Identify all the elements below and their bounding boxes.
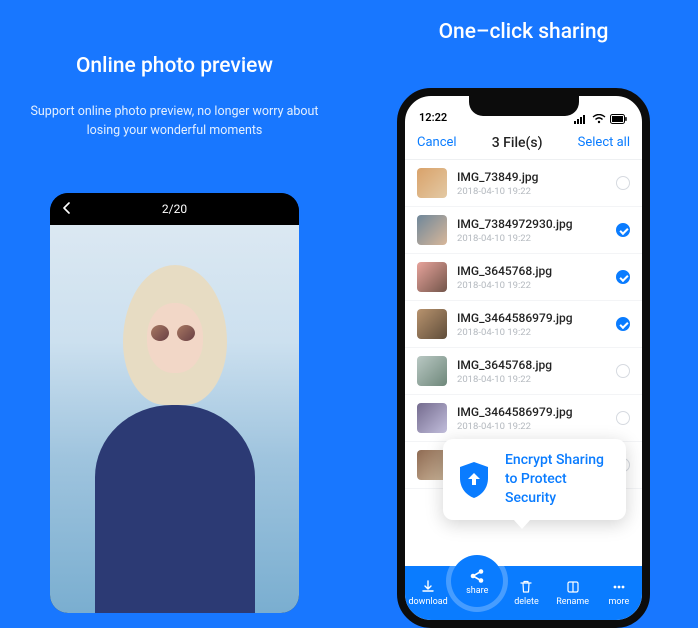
download-label: download (408, 597, 447, 607)
file-date: 2018-04-10 19:22 (457, 421, 606, 432)
selection-indicator[interactable] (616, 270, 630, 284)
cancel-button[interactable]: Cancel (417, 135, 457, 150)
nav-bar: Cancel 3 File(s) Select all (405, 126, 642, 160)
file-date: 2018-04-10 19:22 (457, 374, 606, 385)
wifi-icon (592, 114, 606, 124)
file-meta: IMG_3645768.jpg 2018-04-10 19:22 (457, 358, 606, 385)
file-name: IMG_73849.jpg (457, 170, 606, 184)
file-name: IMG_3645768.jpg (457, 358, 606, 372)
bottom-bar: download share delete Rename more (405, 566, 642, 620)
device-mockup-photo-viewer: 2/20 (50, 193, 299, 613)
shield-icon (457, 460, 491, 500)
file-row[interactable]: IMG_3464586979.jpg 2018-04-10 19:22 (405, 395, 642, 442)
file-date: 2018-04-10 19:22 (457, 327, 606, 338)
signal-icon (574, 114, 588, 124)
file-meta: IMG_7384972930.jpg 2018-04-10 19:22 (457, 217, 606, 244)
file-meta: IMG_73849.jpg 2018-04-10 19:22 (457, 170, 606, 197)
file-meta: IMG_3464586979.jpg 2018-04-10 19:22 (457, 405, 606, 432)
panel-subtitle: Support online photo preview, no longer … (28, 102, 321, 141)
file-date: 2018-04-10 19:22 (457, 233, 606, 244)
share-button[interactable]: share (451, 555, 503, 607)
battery-icon (610, 114, 628, 124)
notch (469, 96, 579, 116)
file-row[interactable]: IMG_3645768.jpg 2018-04-10 19:22 (405, 348, 642, 395)
back-icon[interactable] (62, 202, 72, 217)
photo-counter: 2/20 (162, 202, 187, 216)
file-row[interactable]: IMG_73849.jpg 2018-04-10 19:22 (405, 160, 642, 207)
rename-button[interactable]: Rename (550, 579, 596, 607)
file-thumbnail (417, 403, 447, 433)
file-name: IMG_3464586979.jpg (457, 405, 606, 419)
file-meta: IMG_3464586979.jpg 2018-04-10 19:22 (457, 311, 606, 338)
file-thumbnail (417, 309, 447, 339)
file-row[interactable]: IMG_3464586979.jpg 2018-04-10 19:22 (405, 301, 642, 348)
selection-indicator[interactable] (616, 411, 630, 425)
panel-title: One–click sharing (349, 20, 698, 44)
delete-button[interactable]: delete (503, 579, 549, 607)
selection-indicator[interactable] (616, 176, 630, 190)
more-label: more (608, 597, 629, 607)
file-date: 2018-04-10 19:22 (457, 280, 606, 291)
file-thumbnail (417, 356, 447, 386)
file-thumbnail (417, 215, 447, 245)
photo-illustration (85, 225, 265, 613)
callout-text: Encrypt Sharing to Protect Security (505, 451, 612, 508)
nav-title: 3 File(s) (492, 135, 543, 151)
file-row[interactable]: IMG_3645768.jpg 2018-04-10 19:22 (405, 254, 642, 301)
device-mockup-iphone: 12:22 Cancel 3 File(s) Select all IMG_73… (397, 88, 650, 628)
download-button[interactable]: download (405, 579, 451, 607)
panel-title: Online photo preview (0, 54, 349, 78)
share-label: share (466, 586, 488, 596)
status-icons (574, 114, 628, 124)
selection-indicator[interactable] (616, 364, 630, 378)
rename-label: Rename (556, 597, 589, 607)
photo-content[interactable] (50, 225, 299, 613)
photo-viewer-header: 2/20 (50, 193, 299, 225)
status-time: 12:22 (419, 111, 447, 124)
file-meta: IMG_3645768.jpg 2018-04-10 19:22 (457, 264, 606, 291)
promo-panel-sharing: One–click sharing 12:22 Cancel 3 File(s)… (349, 0, 698, 617)
file-row[interactable]: IMG_7384972930.jpg 2018-04-10 19:22 (405, 207, 642, 254)
selection-indicator[interactable] (616, 223, 630, 237)
more-button[interactable]: more (596, 579, 642, 607)
promo-panel-preview: Online photo preview Support online phot… (0, 0, 349, 617)
delete-label: delete (514, 597, 539, 607)
file-name: IMG_7384972930.jpg (457, 217, 606, 231)
encrypt-callout: Encrypt Sharing to Protect Security (443, 439, 626, 520)
file-name: IMG_3645768.jpg (457, 264, 606, 278)
file-date: 2018-04-10 19:22 (457, 186, 606, 197)
selection-indicator[interactable] (616, 317, 630, 331)
select-all-button[interactable]: Select all (578, 135, 630, 150)
file-thumbnail (417, 262, 447, 292)
file-name: IMG_3464586979.jpg (457, 311, 606, 325)
file-thumbnail (417, 168, 447, 198)
